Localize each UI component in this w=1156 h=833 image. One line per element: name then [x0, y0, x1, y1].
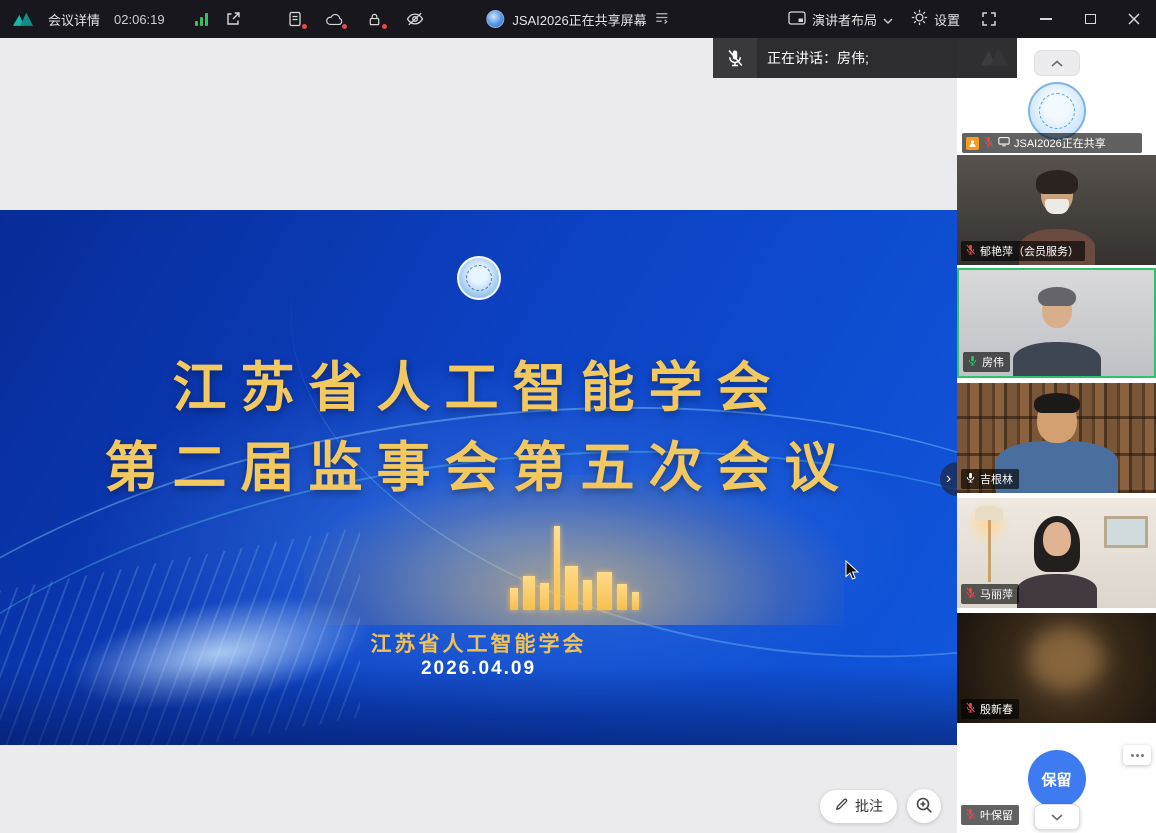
mic-muted-icon — [965, 702, 976, 716]
participant-name: 郁艳萍（会员服务） — [980, 243, 1079, 259]
participant-name-badge: 郁艳萍（会员服务） — [961, 241, 1085, 261]
blurred-subject — [1029, 628, 1103, 690]
status-icon-cluster — [284, 8, 426, 30]
mic-muted-icon — [983, 136, 994, 150]
participant-name-badge: 叶保留 — [961, 805, 1019, 825]
titlebar-right: 演讲者布局 设置 — [788, 0, 1156, 38]
chevron-down-icon — [883, 12, 893, 27]
layout-icon — [788, 11, 806, 28]
participant-name-badge: 吉根林 — [961, 469, 1019, 489]
record-doc-icon[interactable] — [284, 8, 306, 30]
mic-active-icon — [967, 355, 978, 369]
sharing-title: JSAI2026正在共享屏幕 — [512, 10, 646, 29]
avatar-hair — [1034, 393, 1080, 413]
fullscreen-icon[interactable] — [978, 8, 1000, 30]
participant-name: 房伟 — [982, 354, 1004, 370]
open-external-icon[interactable] — [222, 8, 244, 30]
city-skyline-decoration — [394, 510, 754, 610]
privacy-eye-off-icon[interactable] — [404, 8, 426, 30]
tile-more-button[interactable] — [1123, 745, 1151, 765]
network-signal-icon[interactable] — [195, 12, 208, 26]
mic-muted-icon — [965, 244, 976, 258]
meeting-window: 会议详情 02:06:19 — [0, 0, 1156, 833]
host-person-icon — [966, 137, 979, 150]
speaking-toast: 正在讲话：房伟; — [713, 38, 1017, 78]
content: 江苏省人工智能学会 第二届监事会第五次会议 江苏省人工智能学会 2026.04.… — [0, 38, 1156, 833]
pen-icon — [834, 797, 849, 815]
sharing-app-icon — [486, 10, 504, 28]
mic-muted-icon — [965, 808, 976, 822]
participant-name-badge: 房伟 — [963, 352, 1010, 372]
avatar-hair — [1038, 287, 1076, 306]
face-mask — [1045, 199, 1069, 214]
participant-tile[interactable]: 马丽萍 — [957, 498, 1156, 608]
participants-sidebar: JSAI2026正在共享 郁艳萍（会员服务） — [957, 38, 1156, 833]
presentation-slide: 江苏省人工智能学会 第二届监事会第五次会议 江苏省人工智能学会 2026.04.… — [0, 210, 957, 745]
avatar-body — [1013, 342, 1101, 378]
shared-screen-stage: 江苏省人工智能学会 第二届监事会第五次会议 江苏省人工智能学会 2026.04.… — [0, 38, 957, 833]
minimize-button[interactable] — [1024, 0, 1068, 38]
lamp-stand — [988, 520, 991, 582]
slide-logo-icon — [457, 256, 501, 300]
mic-on-icon — [965, 472, 976, 486]
magnifier-plus-icon — [915, 796, 933, 817]
meeting-timer: 02:06:19 — [114, 12, 165, 27]
participant-name: 马丽萍 — [980, 586, 1013, 602]
titlebar-left: 会议详情 02:06:19 — [12, 8, 426, 30]
participant-name: 殷新春 — [980, 701, 1013, 717]
speaking-label: 正在讲话：房伟; — [767, 48, 869, 68]
participant-tile[interactable]: 吉根林 — [957, 383, 1156, 493]
share-toolbar: 批注 — [820, 789, 941, 823]
annotate-button[interactable]: 批注 — [820, 790, 897, 823]
settings-label: 设置 — [934, 10, 960, 29]
share-queue-icon[interactable] — [655, 11, 670, 27]
meeting-details-button[interactable]: 会议详情 — [48, 10, 100, 29]
annotate-label: 批注 — [855, 796, 883, 816]
slide-title-line1: 江苏省人工智能学会 — [0, 343, 957, 422]
sharing-status: JSAI2026正在共享屏幕 — [486, 0, 669, 38]
collapse-panel-button[interactable] — [1034, 50, 1080, 76]
window-controls — [1024, 0, 1156, 38]
mic-muted-icon — [965, 587, 976, 601]
lock-icon[interactable] — [364, 8, 386, 30]
zoom-button[interactable] — [907, 789, 941, 823]
wall-art — [1104, 516, 1148, 548]
share-tile-label: JSAI2026正在共享 — [1014, 135, 1106, 151]
layout-label: 演讲者布局 — [812, 10, 877, 29]
app-logo-icon — [12, 8, 34, 30]
participant-name: 叶保留 — [980, 807, 1013, 823]
slide-footer-date: 2026.04.09 — [0, 658, 957, 680]
titlebar: 会议详情 02:06:19 — [0, 0, 1156, 38]
red-badge — [381, 23, 388, 30]
participant-name-badge: 马丽萍 — [961, 584, 1019, 604]
share-tile-badge: JSAI2026正在共享 — [962, 133, 1142, 153]
participant-name-badge: 殷新春 — [961, 699, 1019, 719]
settings-button[interactable]: 设置 — [911, 9, 960, 29]
lamp — [975, 506, 1003, 521]
participant-tile[interactable]: 殷新春 — [957, 613, 1156, 723]
screen-share-icon — [998, 136, 1010, 150]
maximize-button[interactable] — [1068, 0, 1112, 38]
scroll-down-button[interactable] — [1034, 804, 1080, 830]
avatar-hair — [1036, 170, 1078, 194]
mic-off-icon — [713, 38, 757, 78]
gear-icon — [911, 9, 928, 29]
avatar-head — [1043, 522, 1071, 556]
jsai-logo-avatar — [1028, 82, 1086, 140]
layout-selector[interactable]: 演讲者布局 — [788, 10, 893, 29]
cloud-icon[interactable] — [324, 8, 346, 30]
participant-tile[interactable]: 郁艳萍（会员服务） — [957, 155, 1156, 265]
avatar-body — [1017, 574, 1097, 608]
participant-tile-speaking[interactable]: 房伟 — [957, 268, 1156, 378]
red-badge — [301, 23, 308, 30]
close-button[interactable] — [1112, 0, 1156, 38]
slide-footer-org: 江苏省人工智能学会 — [0, 628, 957, 658]
watermark-logo-icon — [979, 47, 1009, 70]
red-badge — [341, 23, 348, 30]
participant-name: 吉根林 — [980, 471, 1013, 487]
initials-avatar: 保留 — [1028, 750, 1086, 808]
